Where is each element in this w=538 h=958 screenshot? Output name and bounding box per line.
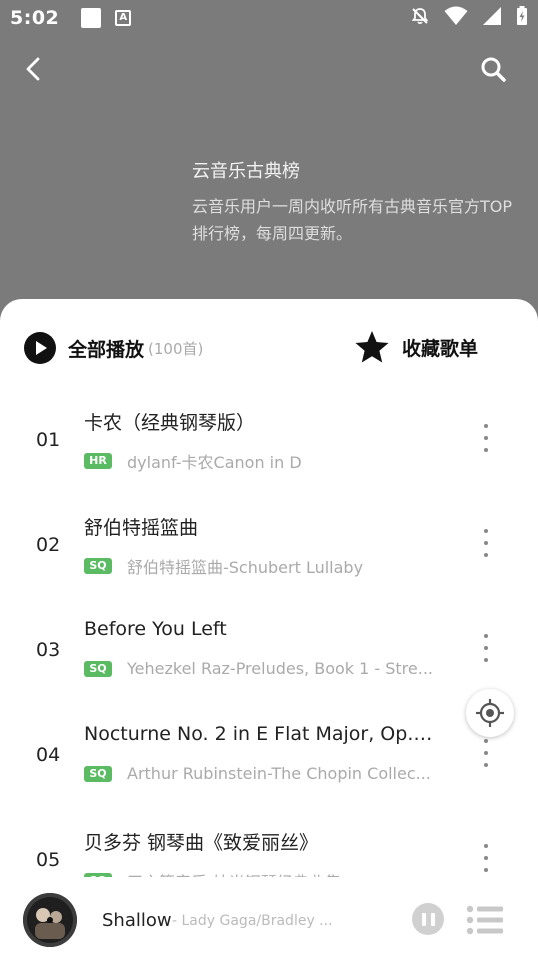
now-playing-title: Shallow [102,910,172,931]
quality-badge: SQ [84,765,112,782]
play-all-count: (100首) [148,339,204,358]
more-dot [484,751,488,755]
notification-square-icon [81,8,102,28]
song-index: 05 [36,849,61,871]
song-index: 02 [36,534,61,556]
more-vertical-icon [484,634,488,638]
playlist-icon [466,905,503,935]
now-playing-artist: - Lady Gaga/Bradley ... [172,913,333,929]
song-row[interactable]: 01 卡农（经典钢琴版） HR dylanf-卡农Canon in D [0,391,538,496]
status-system-icons [410,6,528,30]
more-dot [484,553,488,557]
status-bar: 5:02 A [0,0,538,36]
pause-icon [421,912,426,926]
star-icon [355,331,389,363]
song-title: 贝多芬 钢琴曲《致爱丽丝》 [84,832,319,854]
song-artist: Yehezkel Raz-Preludes, Book 1 - Stre... [127,659,434,678]
quality-badge: HR [84,453,112,469]
more-dot [484,541,488,545]
back-button[interactable] [18,54,48,84]
more-options-button[interactable] [476,421,496,455]
more-dot [484,856,488,860]
song-subline: SQ 舒伯特摇篮曲-Schubert Lullaby [84,554,434,578]
song-subline: HR dylanf-卡农Canon in D [84,449,434,473]
more-dot [484,646,488,650]
pause-icon-bar [430,912,435,926]
pause-button[interactable] [412,903,444,935]
chart-title: 云音乐古典榜 [192,161,300,182]
more-vertical-icon [484,739,488,743]
song-title: 卡农（经典钢琴版） [84,412,256,434]
play-circle-icon [24,332,56,364]
more-vertical-icon [484,424,488,428]
song-index: 04 [36,744,61,766]
song-row[interactable]: 04 Nocturne No. 2 in E Flat Major, Op. 9… [0,706,538,811]
song-title: Nocturne No. 2 in E Flat Major, Op. 9... [84,723,434,745]
song-index: 01 [36,429,61,451]
more-vertical-icon [484,844,488,848]
more-dot [484,658,488,662]
play-all-button[interactable]: 全部播放 (100首) [24,332,203,364]
song-index: 03 [36,639,61,661]
song-row[interactable]: 03 Before You Left SQ Yehezkel Raz-Prelu… [0,601,538,706]
locate-icon [476,699,504,727]
more-dot [484,868,488,872]
status-time: 5:02 [10,7,60,29]
album-cover-image [23,893,77,947]
do-not-disturb-icon [410,6,430,30]
song-row[interactable]: 02 舒伯特摇篮曲 SQ 舒伯特摇篮曲-Schubert Lullaby [0,496,538,601]
header-nav [0,50,538,90]
song-artist: Arthur Rubinstein-The Chopin Collec... [127,764,431,783]
quality-badge: SQ [84,660,112,677]
quality-badge: SQ [84,558,112,574]
back-arrow-icon [26,57,40,81]
song-artist: 舒伯特摇篮曲-Schubert Lullaby [127,558,364,577]
collect-label: 收藏歌单 [402,337,479,360]
wifi-icon [444,6,468,30]
notification-a-icon: A [115,10,132,26]
song-list: 01 卡农（经典钢琴版） HR dylanf-卡农Canon in D 02 舒… [0,391,538,916]
song-sheet: 全部播放 (100首) 收藏歌单 01 卡农（经典钢琴版） HR dylanf-… [0,299,538,958]
song-title: 舒伯特摇篮曲 [84,517,199,539]
more-options-button[interactable] [476,526,496,560]
song-subline: SQ Yehezkel Raz-Preludes, Book 1 - Stre.… [84,659,434,678]
more-options-button[interactable] [476,631,496,665]
song-artist: dylanf-卡农Canon in D [127,453,302,472]
signal-icon [482,6,502,30]
more-options-button[interactable] [476,736,496,770]
collect-playlist-button[interactable]: 收藏歌单 [354,330,478,364]
battery-icon [516,6,528,30]
search-icon [481,57,506,82]
playlist-button[interactable] [466,905,504,935]
chart-description: 云音乐用户一周内收听所有古典音乐官方TOP排行榜，每周四更新。 [192,197,513,243]
song-subline: SQ Arthur Rubinstein-The Chopin Collec..… [84,764,434,783]
more-options-button[interactable] [476,841,496,875]
more-vertical-icon [484,529,488,533]
search-button[interactable] [478,54,508,84]
status-notification-icons: A [81,8,132,28]
more-dot [484,763,488,767]
locate-current-song-button[interactable] [466,689,514,737]
play-all-label: 全部播放 [68,338,145,361]
album-art[interactable] [23,893,77,947]
more-dot [484,436,488,440]
more-dot [484,448,488,452]
mini-player[interactable]: Shallow - Lady Gaga/Bradley ... [0,877,538,958]
song-title: Before You Left [84,618,227,640]
